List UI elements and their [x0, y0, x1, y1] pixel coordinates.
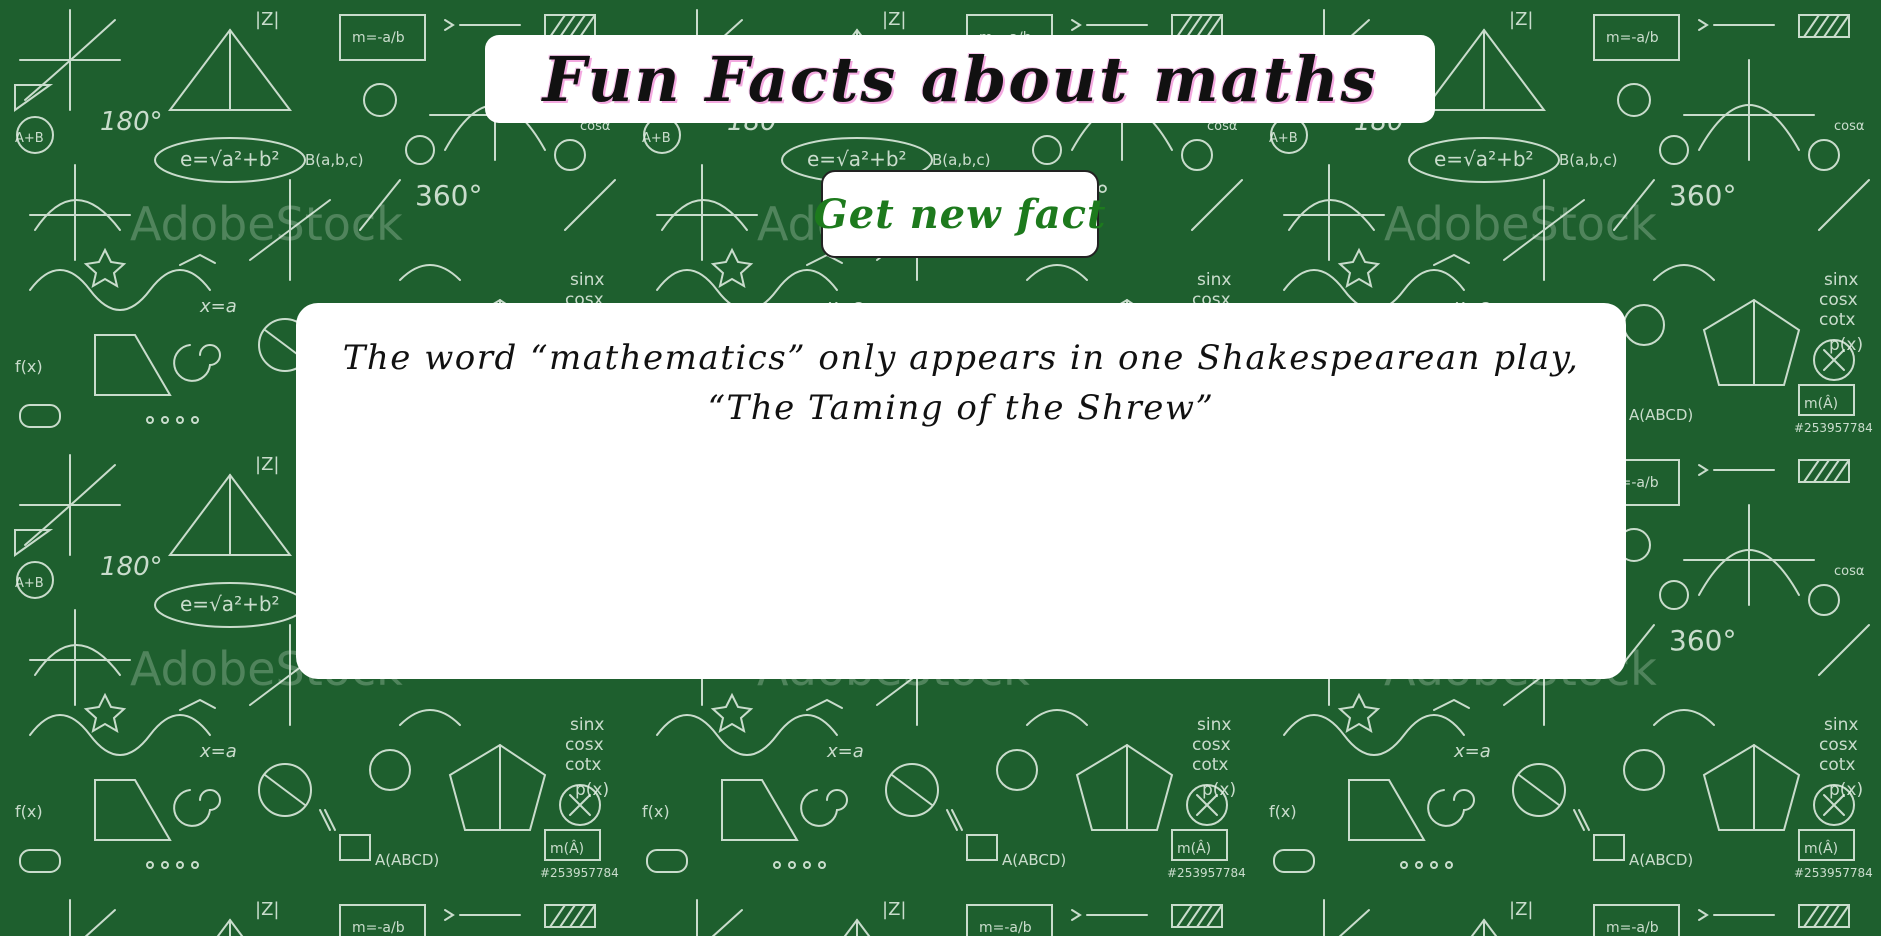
fact-card: The word “mathematics” only appears in o… [296, 303, 1626, 679]
fact-text: The word “mathematics” only appears in o… [342, 338, 1580, 428]
title-banner: Fun Facts about maths [485, 35, 1435, 123]
get-new-fact-button[interactable]: Get new fact [814, 170, 1105, 258]
page-title: Fun Facts about maths [542, 42, 1378, 116]
get-new-fact-button-label: Get new fact [813, 190, 1107, 238]
